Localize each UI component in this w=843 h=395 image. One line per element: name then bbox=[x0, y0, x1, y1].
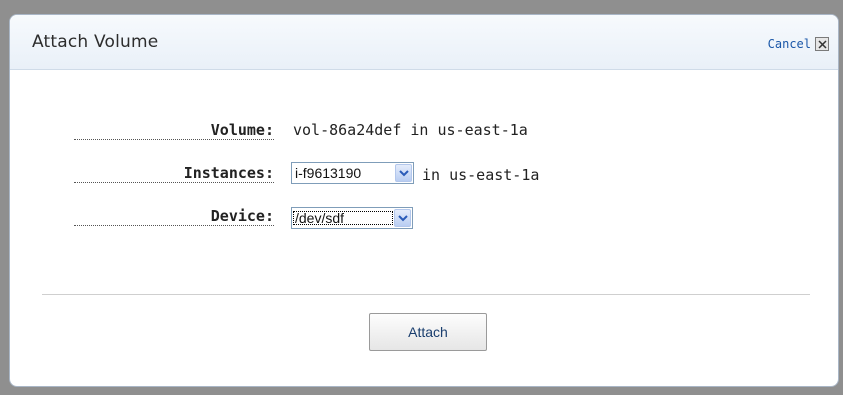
chevron-down-glyph bbox=[398, 169, 409, 176]
device-selected-value: /dev/sdf bbox=[292, 210, 394, 226]
chevron-down-icon[interactable] bbox=[394, 209, 411, 227]
volume-value: vol-86a24def in us-east-1a bbox=[293, 121, 528, 139]
dialog-title: Attach Volume bbox=[32, 32, 159, 52]
volume-label: Volume: bbox=[74, 121, 274, 140]
device-select[interactable]: /dev/sdf bbox=[291, 207, 413, 229]
instances-selected-value: i-f9613190 bbox=[295, 165, 362, 181]
instances-select[interactable]: i-f9613190 bbox=[291, 162, 414, 184]
instances-zone-suffix: in us-east-1a bbox=[422, 166, 540, 184]
cancel-link[interactable]: Cancel bbox=[768, 37, 811, 51]
attach-button[interactable]: Attach bbox=[369, 313, 487, 351]
instances-label: Instances: bbox=[74, 164, 274, 183]
close-icon-glyph bbox=[817, 39, 827, 49]
chevron-down-icon[interactable] bbox=[395, 164, 412, 182]
device-label: Device: bbox=[74, 207, 274, 226]
divider bbox=[42, 294, 810, 295]
close-icon[interactable] bbox=[815, 37, 829, 51]
dialog-header: Attach Volume Cancel bbox=[10, 15, 838, 70]
chevron-down-glyph bbox=[397, 214, 408, 221]
attach-volume-dialog: Attach Volume Cancel Volume: vol-86a24de… bbox=[9, 14, 839, 387]
cancel-control[interactable]: Cancel bbox=[768, 37, 829, 51]
